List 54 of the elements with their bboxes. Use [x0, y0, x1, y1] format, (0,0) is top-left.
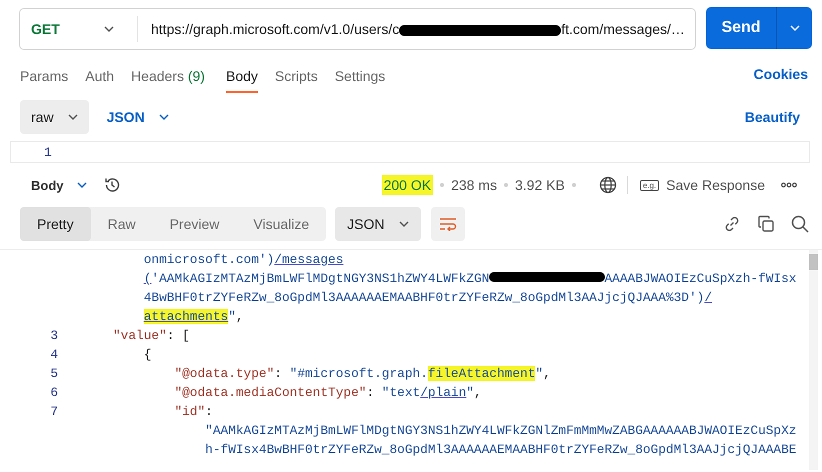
code-line: onmicrosoft.com')/messages — [142, 251, 344, 269]
request-tab[interactable]: Settings — [334, 55, 386, 93]
link-icon[interactable] — [723, 215, 741, 233]
request-tab[interactable]: Headers (9) — [131, 55, 205, 93]
wrap-lines-icon — [438, 217, 457, 231]
globe-icon[interactable] — [598, 176, 617, 194]
request-tab[interactable]: Auth — [85, 55, 114, 93]
code-line: { — [142, 346, 152, 364]
chevron-down-icon — [158, 114, 169, 120]
url-field[interactable]: https://graph.microsoft.com/v1.0/users/c ft.com/messages/… — [138, 21, 685, 37]
chevron-down-icon — [76, 182, 86, 188]
save-response-button[interactable]: e.g. Save Response — [640, 177, 765, 193]
method-dropdown[interactable]: GET — [20, 16, 138, 42]
line-number: 6 — [49, 384, 58, 402]
wrap-lines-button[interactable] — [430, 207, 465, 241]
response-view-dropdown[interactable]: Body — [31, 178, 86, 192]
code-line: 4BwBHF0trZYFeRZw_8oGpdMl3AAAAAAEMAABHF0trZYFeRZw_8oGpdMl3AAJjcjQJAAA%3D')/ — [142, 289, 712, 307]
response-view-tab[interactable]: Visualize — [236, 207, 326, 241]
chevron-down-icon — [104, 26, 114, 32]
line-number: 5 — [49, 365, 58, 383]
line-number: 4 — [49, 346, 58, 364]
code-line: "@odata.type": "#microsoft.graph.fileAttachment", — [173, 365, 551, 383]
request-tab[interactable]: Scripts — [274, 55, 318, 93]
request-tab[interactable]: Params — [20, 55, 68, 93]
response-time: 238 ms — [451, 177, 497, 193]
request-tab[interactable]: Body — [226, 55, 258, 93]
line-number: 1 — [44, 144, 52, 160]
response-view-tab[interactable]: Raw — [90, 207, 153, 241]
scrollbar[interactable] — [809, 250, 818, 470]
response-view-tab[interactable]: Preview — [152, 207, 236, 241]
cookies-link[interactable]: Cookies — [754, 66, 808, 82]
chevron-down-icon — [790, 25, 800, 31]
history-icon[interactable] — [102, 176, 120, 194]
beautify-link[interactable]: Beautify — [744, 109, 800, 125]
more-icon[interactable] — [781, 182, 797, 188]
search-icon[interactable] — [791, 215, 809, 233]
line-number: 3 — [49, 327, 58, 345]
code-line: "@odata.mediaContentType": "text/plain", — [173, 384, 482, 402]
format-dropdown[interactable]: JSON — [335, 207, 421, 241]
response-view-tab[interactable]: Pretty — [20, 207, 91, 241]
request-body-editor[interactable]: 1 — [10, 141, 810, 163]
code-line: "id": — [173, 403, 213, 421]
chevron-down-icon — [398, 221, 409, 227]
code-line: ('AAMkAGIzMTAzMjBmLWFlMDgtNGY3NS1hZWY4LWFkZGN AAAABJWAOIEzCuSpXzh-fWIsx — [142, 270, 796, 288]
language-dropdown[interactable]: JSON — [98, 103, 177, 131]
chevron-down-icon — [68, 114, 78, 120]
code-line: h-fWIsx4BwBHF0trZYFeRZw_8oGpdMl3AAAAAAEMAABHF0trZYFeRZw_8oGpdMl3AAJjcjQJAAABE — [204, 441, 796, 459]
copy-icon[interactable] — [757, 215, 775, 233]
body-mode-dropdown[interactable]: raw — [20, 100, 89, 134]
code-line: "AAMkAGIzMTAzMjBmLWFlMDgtNGY3NS1hZWY4LWFkZGNlZmFmMmMwZABGAAAAAABJWAOIEzCuSpXz — [204, 422, 796, 440]
status-code: 200 OK — [382, 175, 434, 195]
code-line: "value": [ — [113, 327, 190, 345]
response-size: 3.92 KB — [514, 177, 565, 193]
line-number: 7 — [49, 403, 58, 421]
